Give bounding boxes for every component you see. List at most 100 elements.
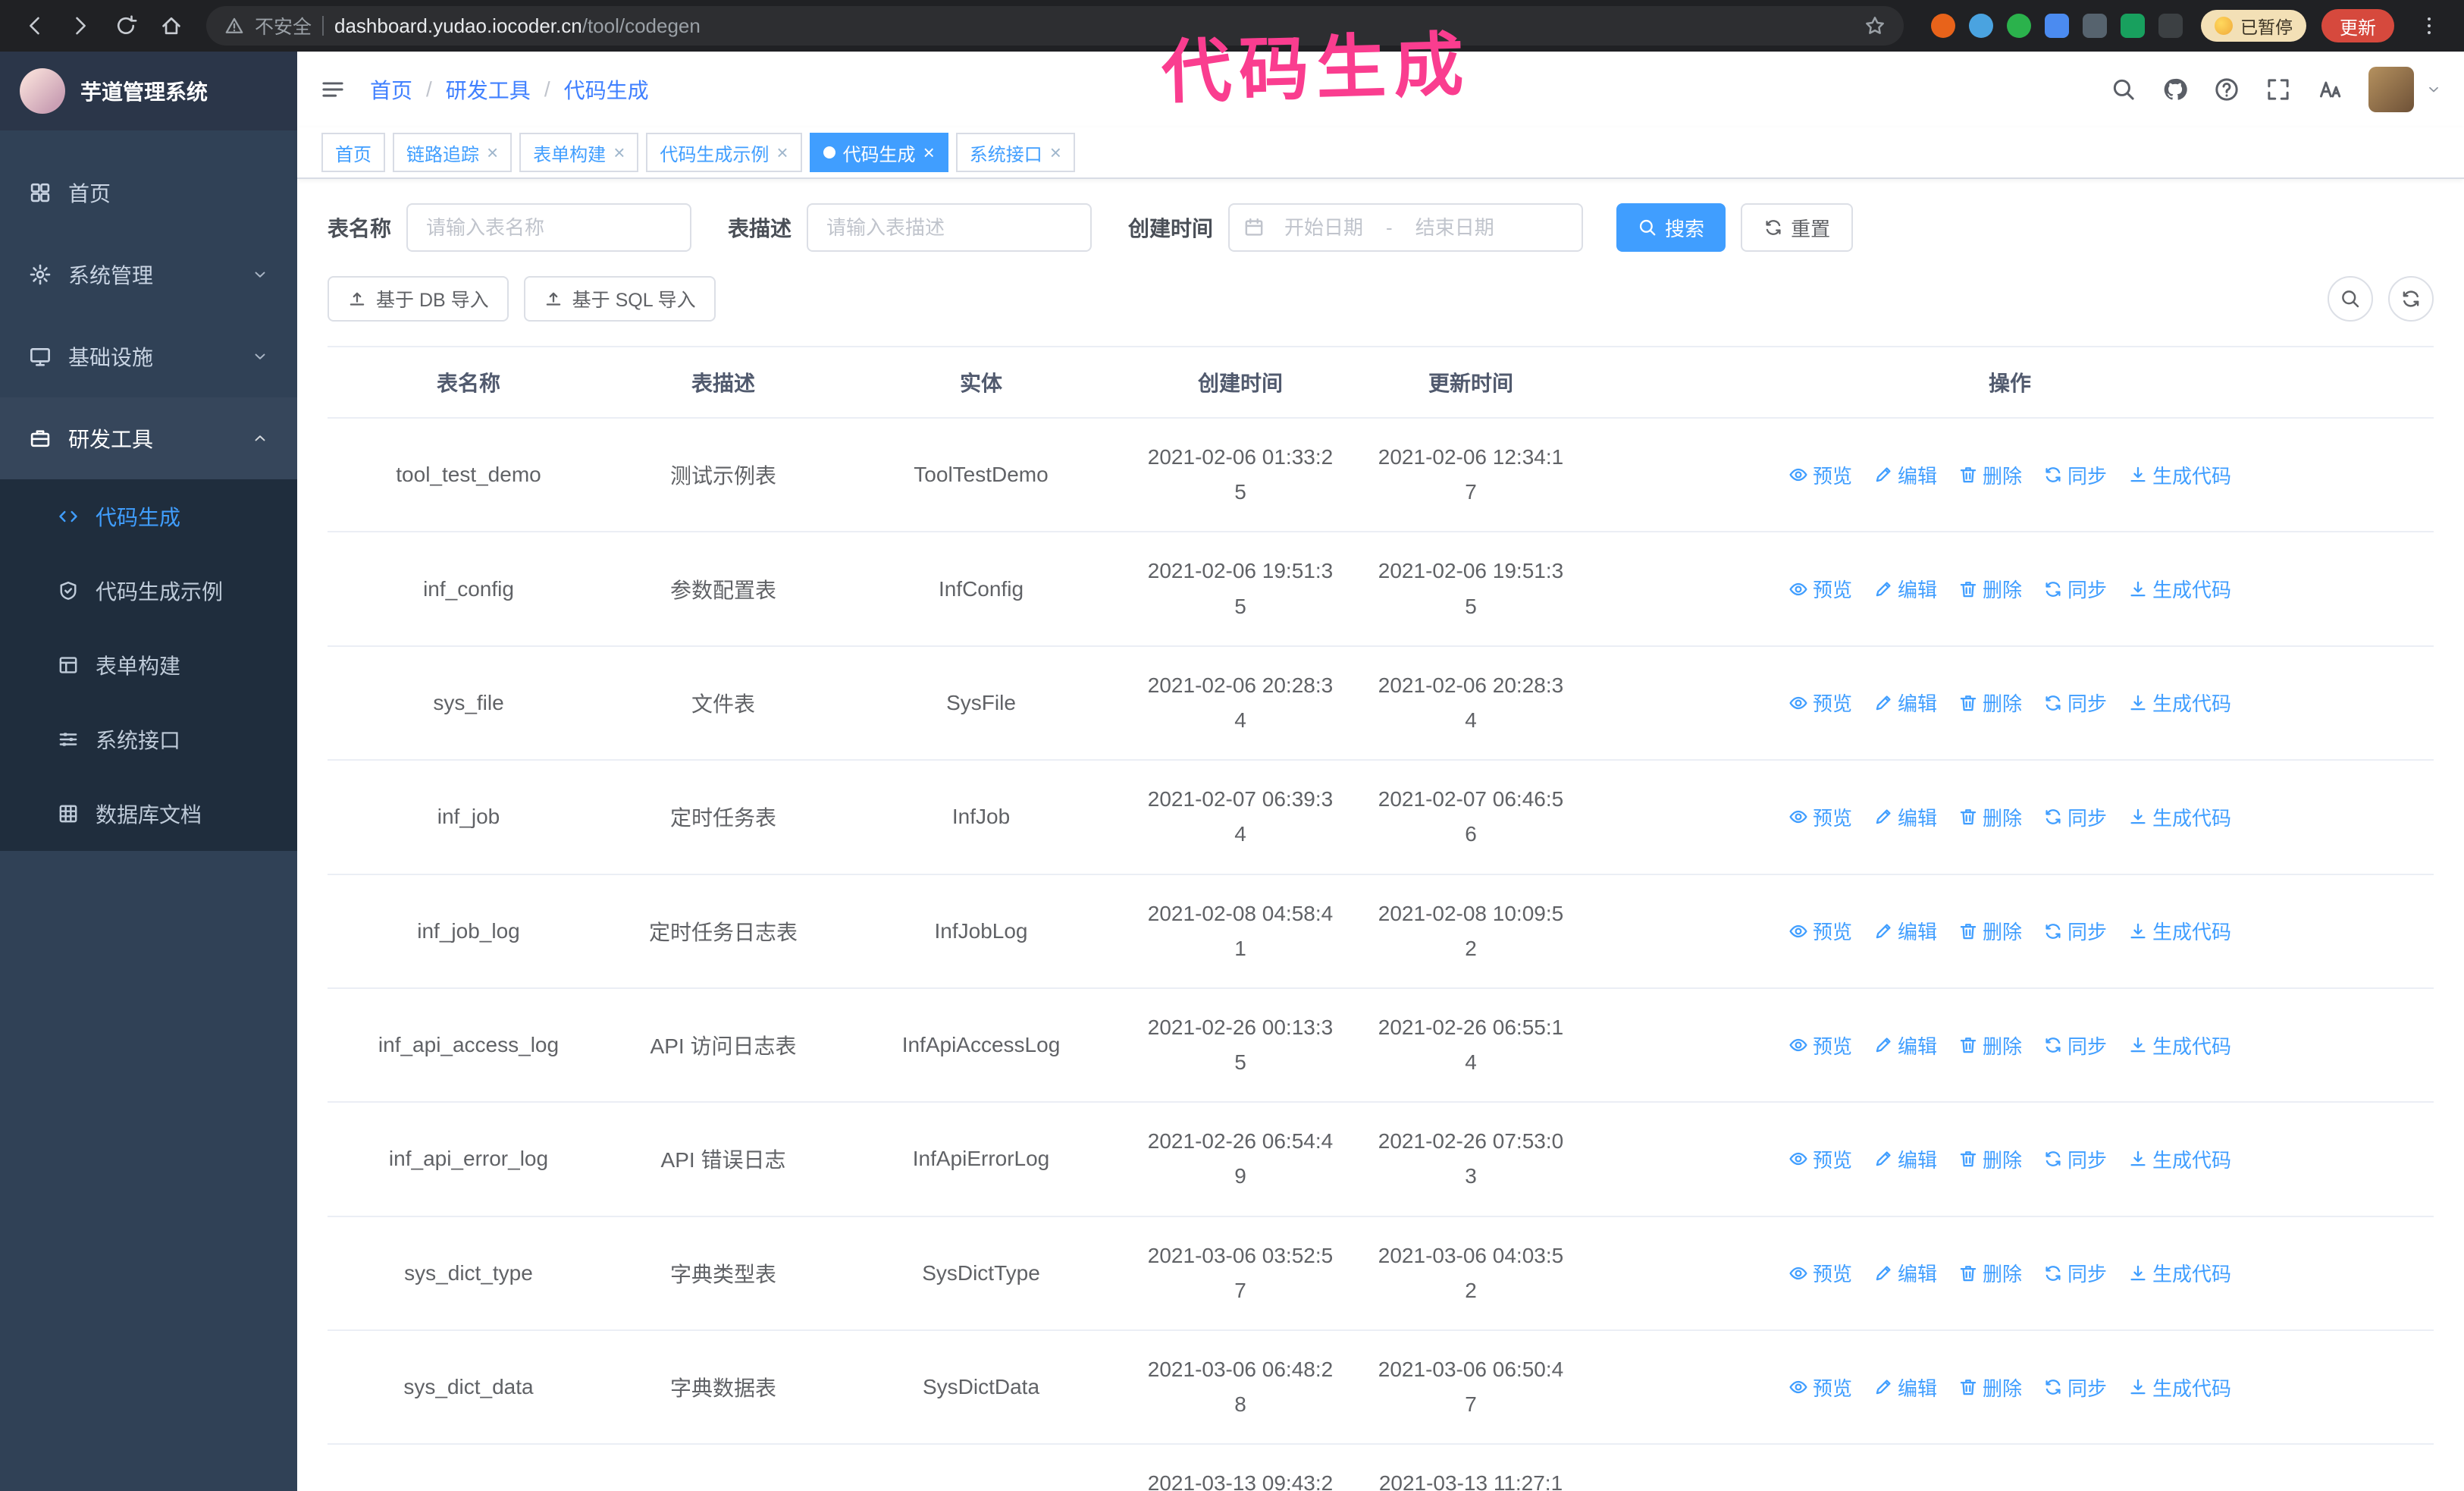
reset-button[interactable]: 重置 <box>1741 203 1854 252</box>
delete-action[interactable]: 删除 <box>1958 917 2022 945</box>
sidebar-subitem[interactable]: 系统接口 <box>0 702 297 777</box>
sync-action[interactable]: 同步 <box>2043 1145 2107 1173</box>
generate-code-action[interactable]: 生成代码 <box>2128 1145 2231 1173</box>
tab-item[interactable]: 表单构建 × <box>519 133 639 172</box>
tab-item[interactable]: 首页 <box>321 133 385 172</box>
generate-code-action[interactable]: 生成代码 <box>2128 461 2231 489</box>
tab-item[interactable]: 系统接口 × <box>955 133 1075 172</box>
end-date-input[interactable] <box>1401 215 1508 240</box>
sidebar-subitem[interactable]: 代码生成示例 <box>0 554 297 628</box>
user-menu-caret-icon[interactable] <box>2426 82 2441 97</box>
generate-code-action[interactable]: 生成代码 <box>2128 689 2231 717</box>
breadcrumb-item[interactable]: 代码生成 <box>564 74 649 105</box>
preview-action[interactable]: 预览 <box>1788 1145 1852 1173</box>
github-link[interactable] <box>2162 77 2188 102</box>
preview-action[interactable]: 预览 <box>1788 1373 1852 1402</box>
delete-action[interactable]: 删除 <box>1958 803 2022 831</box>
header-search-button[interactable] <box>2111 77 2136 102</box>
browser-reload-button[interactable] <box>106 6 146 46</box>
import-sql-button[interactable]: 基于 SQL 导入 <box>523 276 716 322</box>
sync-action[interactable]: 同步 <box>2043 689 2107 717</box>
sync-action[interactable]: 同步 <box>2043 1031 2107 1059</box>
toggle-search-button[interactable] <box>2328 276 2373 322</box>
sidebar-subitem[interactable]: 表单构建 <box>0 628 297 702</box>
preview-action[interactable]: 预览 <box>1788 689 1852 717</box>
browser-forward-button[interactable] <box>61 6 100 46</box>
delete-action[interactable]: 删除 <box>1958 461 2022 489</box>
tab-item[interactable]: 代码生成示例 × <box>646 133 802 172</box>
close-tab-icon[interactable]: × <box>613 143 625 162</box>
puzzle-extension-icon[interactable] <box>2158 14 2183 38</box>
edit-action[interactable]: 编辑 <box>1873 1373 1937 1402</box>
wallet-extension-icon[interactable] <box>2083 14 2107 38</box>
security-warning-icon[interactable] <box>224 16 244 36</box>
sidebar-item[interactable]: 首页 <box>0 152 297 234</box>
delete-action[interactable]: 删除 <box>1958 689 2022 717</box>
preview-action[interactable]: 预览 <box>1788 1259 1852 1287</box>
browser-back-button[interactable] <box>15 6 55 46</box>
breadcrumb-item[interactable]: 首页 <box>370 74 412 105</box>
generate-code-action[interactable]: 生成代码 <box>2128 1031 2231 1059</box>
generate-code-action[interactable]: 生成代码 <box>2128 1259 2231 1287</box>
start-date-input[interactable] <box>1271 215 1378 240</box>
fox-extension-icon[interactable] <box>1931 14 1955 38</box>
preview-action[interactable]: 预览 <box>1788 1031 1852 1059</box>
sidebar-item[interactable]: 研发工具 <box>0 397 297 479</box>
preview-action[interactable]: 预览 <box>1788 575 1852 603</box>
sidebar-toggle-button[interactable] <box>320 77 346 102</box>
delete-action[interactable]: 删除 <box>1958 1373 2022 1402</box>
edit-action[interactable]: 编辑 <box>1873 1259 1937 1287</box>
browser-update-button[interactable]: 更新 <box>2321 9 2394 42</box>
help-button[interactable] <box>2214 77 2240 102</box>
delete-action[interactable]: 删除 <box>1958 1031 2022 1059</box>
delete-action[interactable]: 删除 <box>1958 1487 2022 1491</box>
preview-action[interactable]: 预览 <box>1788 461 1852 489</box>
user-avatar[interactable] <box>2368 67 2414 112</box>
close-tab-icon[interactable]: × <box>487 143 498 162</box>
table-desc-input[interactable] <box>807 203 1092 252</box>
sync-action[interactable]: 同步 <box>2043 803 2107 831</box>
edit-action[interactable]: 编辑 <box>1873 803 1937 831</box>
edit-action[interactable]: 编辑 <box>1873 917 1937 945</box>
browser-home-button[interactable] <box>152 6 191 46</box>
generate-code-action[interactable]: 生成代码 <box>2128 575 2231 603</box>
check-extension-icon[interactable] <box>2007 14 2031 38</box>
close-tab-icon[interactable]: × <box>1050 143 1061 162</box>
edit-action[interactable]: 编辑 <box>1873 1031 1937 1059</box>
profile-paused-badge[interactable]: 已暂停 <box>2201 10 2306 42</box>
preview-action[interactable]: 预览 <box>1788 1487 1852 1491</box>
date-range-picker[interactable]: - <box>1228 203 1584 252</box>
font-size-button[interactable] <box>2317 77 2343 102</box>
preview-action[interactable]: 预览 <box>1788 917 1852 945</box>
sidebar-subitem[interactable]: 代码生成 <box>0 479 297 554</box>
breadcrumb-item[interactable]: 研发工具 <box>446 74 531 105</box>
generate-code-action[interactable]: 生成代码 <box>2128 917 2231 945</box>
fullscreen-button[interactable] <box>2265 77 2291 102</box>
leaf-extension-icon[interactable] <box>2121 14 2145 38</box>
address-bar[interactable]: 不安全 dashboard.yudao.iocoder.cn/tool/code… <box>206 6 1904 46</box>
sync-action[interactable]: 同步 <box>2043 1259 2107 1287</box>
generate-code-action[interactable]: 生成代码 <box>2128 1373 2231 1402</box>
edit-action[interactable]: 编辑 <box>1873 1487 1937 1491</box>
sync-action[interactable]: 同步 <box>2043 575 2107 603</box>
delete-action[interactable]: 删除 <box>1958 575 2022 603</box>
preview-action[interactable]: 预览 <box>1788 803 1852 831</box>
generate-code-action[interactable]: 生成代码 <box>2128 803 2231 831</box>
sync-action[interactable]: 同步 <box>2043 1487 2107 1491</box>
edit-action[interactable]: 编辑 <box>1873 575 1937 603</box>
generate-code-action[interactable]: 生成代码 <box>2128 1487 2231 1491</box>
table-name-input[interactable] <box>406 203 692 252</box>
edit-action[interactable]: 编辑 <box>1873 1145 1937 1173</box>
sync-action[interactable]: 同步 <box>2043 1373 2107 1402</box>
bookmark-star-icon[interactable] <box>1864 15 1886 36</box>
delete-action[interactable]: 删除 <box>1958 1145 2022 1173</box>
import-db-button[interactable]: 基于 DB 导入 <box>328 276 509 322</box>
sidebar-item[interactable]: 基础设施 <box>0 315 297 397</box>
search-button[interactable]: 搜索 <box>1616 203 1726 252</box>
sync-action[interactable]: 同步 <box>2043 917 2107 945</box>
browser-menu-button[interactable] <box>2409 6 2449 46</box>
tab-item[interactable]: 链路追踪 × <box>393 133 513 172</box>
people-extension-icon[interactable] <box>2045 14 2069 38</box>
edit-action[interactable]: 编辑 <box>1873 689 1937 717</box>
close-tab-icon[interactable]: × <box>923 143 935 162</box>
